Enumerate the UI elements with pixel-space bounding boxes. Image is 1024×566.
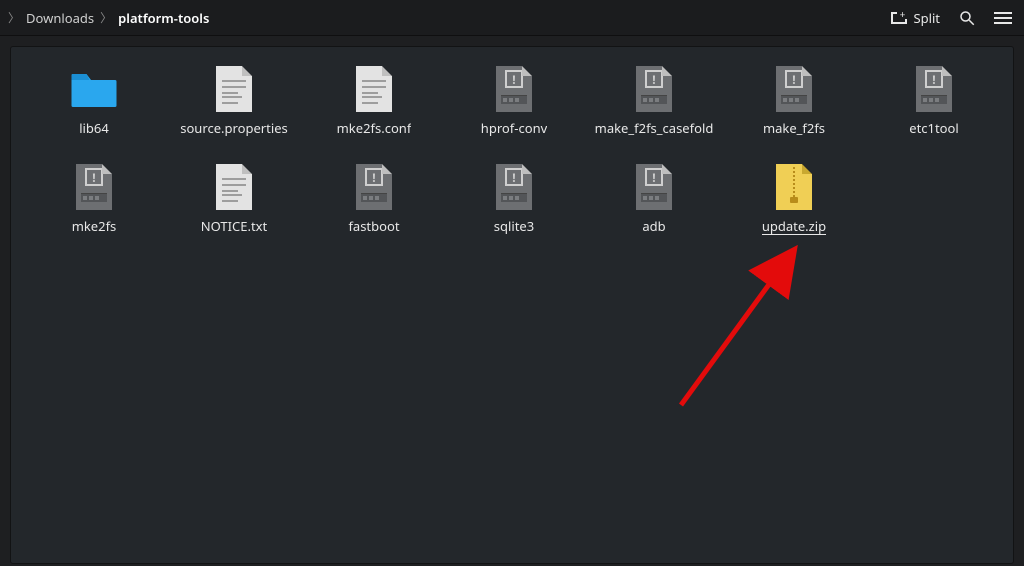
file-item[interactable]: ! sqlite3 xyxy=(449,163,579,235)
text-icon xyxy=(210,163,258,211)
file-label: lib64 xyxy=(79,119,109,137)
file-grid: lib64 source.properties mke2fs.conf! hprof-… xyxy=(29,65,995,235)
split-icon: + xyxy=(891,12,907,24)
file-label: make_f2fs_casefold xyxy=(595,119,714,137)
file-label: hprof-conv xyxy=(481,119,547,137)
file-label: make_f2fs xyxy=(763,119,825,137)
file-label: sqlite3 xyxy=(494,217,534,235)
chevron-right-icon: 〉 xyxy=(100,9,112,26)
text-icon xyxy=(210,65,258,113)
split-view-button[interactable]: + Split xyxy=(891,9,940,27)
exec-icon: ! xyxy=(770,65,818,113)
file-label: update.zip xyxy=(762,217,826,235)
file-label: etc1tool xyxy=(909,119,958,137)
exec-icon: ! xyxy=(490,65,538,113)
exec-icon: ! xyxy=(490,163,538,211)
exec-icon: ! xyxy=(350,163,398,211)
split-label: Split xyxy=(913,9,940,27)
file-label: mke2fs.conf xyxy=(337,119,412,137)
file-item[interactable]: lib64 xyxy=(29,65,159,137)
breadcrumb-item-downloads[interactable]: Downloads xyxy=(26,9,94,27)
file-label: adb xyxy=(642,217,665,235)
file-label: mke2fs xyxy=(72,217,117,235)
breadcrumb: 〉 Downloads 〉 platform-tools xyxy=(8,9,891,27)
exec-icon: ! xyxy=(70,163,118,211)
chevron-right-icon: 〉 xyxy=(8,9,20,26)
annotation-arrow xyxy=(671,245,811,415)
exec-icon: ! xyxy=(910,65,958,113)
breadcrumb-label: Downloads xyxy=(26,9,94,27)
exec-icon: ! xyxy=(630,163,678,211)
file-label: NOTICE.txt xyxy=(201,217,267,235)
hamburger-icon xyxy=(994,12,1012,24)
file-item[interactable]: source.properties xyxy=(169,65,299,137)
folder-view[interactable]: lib64 source.properties mke2fs.conf! hprof-… xyxy=(10,46,1014,564)
text-icon xyxy=(350,65,398,113)
zip-icon xyxy=(770,163,818,211)
search-button[interactable] xyxy=(958,9,976,27)
search-icon xyxy=(958,9,976,27)
file-item[interactable]: ! mke2fs xyxy=(29,163,159,235)
file-label: source.properties xyxy=(180,119,288,137)
file-item[interactable]: ! etc1tool xyxy=(869,65,999,137)
file-item[interactable]: NOTICE.txt xyxy=(169,163,299,235)
toolbar: 〉 Downloads 〉 platform-tools + Split xyxy=(0,0,1024,36)
file-item[interactable]: update.zip xyxy=(729,163,859,235)
breadcrumb-label: platform-tools xyxy=(118,9,209,27)
file-item[interactable]: ! make_f2fs_casefold xyxy=(589,65,719,137)
exec-icon: ! xyxy=(630,65,678,113)
breadcrumb-item-platform-tools[interactable]: platform-tools xyxy=(118,9,209,27)
file-item[interactable]: ! make_f2fs xyxy=(729,65,859,137)
folder-icon xyxy=(70,65,118,113)
file-label: fastboot xyxy=(348,217,399,235)
file-item[interactable]: ! adb xyxy=(589,163,719,235)
file-item[interactable]: mke2fs.conf xyxy=(309,65,439,137)
file-item[interactable]: ! fastboot xyxy=(309,163,439,235)
file-item[interactable]: ! hprof-conv xyxy=(449,65,579,137)
toolbar-actions: + Split xyxy=(891,9,1016,27)
menu-button[interactable] xyxy=(994,12,1012,24)
